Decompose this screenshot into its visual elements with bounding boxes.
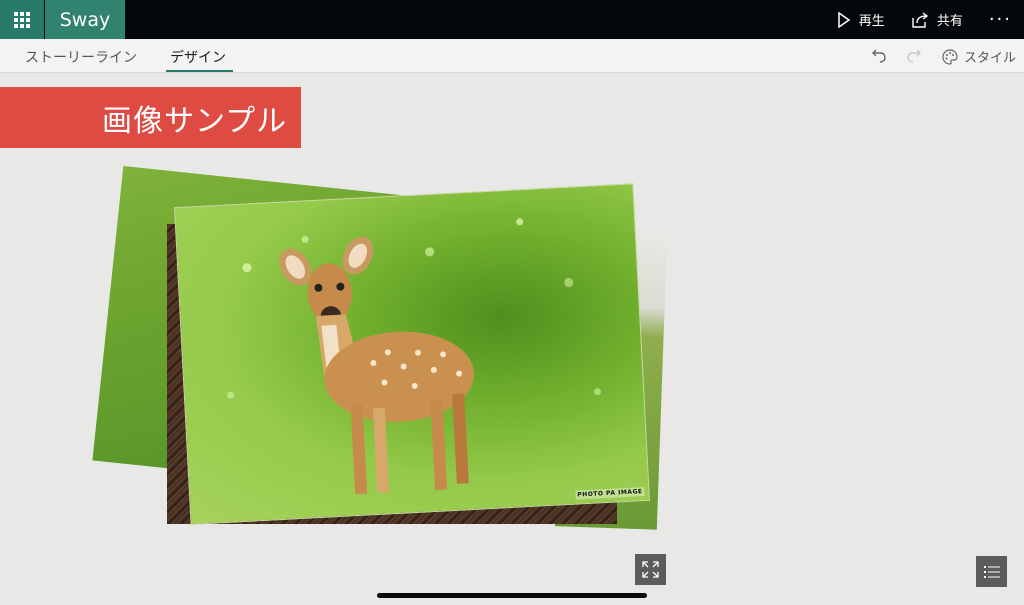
tab-storyline[interactable]: ストーリーライン xyxy=(25,47,137,67)
active-tab-indicator xyxy=(166,70,233,72)
app-launcher-button[interactable] xyxy=(0,0,44,39)
deer-image xyxy=(279,236,475,495)
palette-icon xyxy=(942,48,958,65)
navigation-button[interactable] xyxy=(976,556,1007,587)
redo-icon[interactable] xyxy=(906,48,922,64)
more-icon[interactable]: ··· xyxy=(989,9,1012,30)
main-photo-deer[interactable]: PHOTO PA IMAGE xyxy=(173,183,651,525)
card-title[interactable]: 画像サンプル xyxy=(0,87,301,148)
share-icon xyxy=(912,11,928,28)
undo-icon[interactable] xyxy=(871,48,887,64)
top-actions: 再生 共有 ··· xyxy=(837,0,1024,39)
home-indicator xyxy=(377,593,647,598)
play-label: 再生 xyxy=(858,14,885,29)
tab-design[interactable]: デザイン xyxy=(170,47,226,67)
style-label: スタイル xyxy=(964,51,1017,66)
share-button[interactable]: 共有 xyxy=(911,10,963,29)
expand-button[interactable] xyxy=(635,554,666,585)
app-launcher-icon xyxy=(14,11,30,28)
navigation-list-icon xyxy=(983,565,1000,578)
app-name[interactable]: Sway xyxy=(45,0,125,39)
play-icon xyxy=(838,11,851,28)
share-label: 共有 xyxy=(936,14,963,29)
top-bar: Sway 再生 共有 ··· xyxy=(0,0,1024,39)
style-button[interactable]: スタイル xyxy=(942,47,1016,66)
play-button[interactable]: 再生 xyxy=(837,10,885,29)
expand-icon xyxy=(642,561,659,578)
